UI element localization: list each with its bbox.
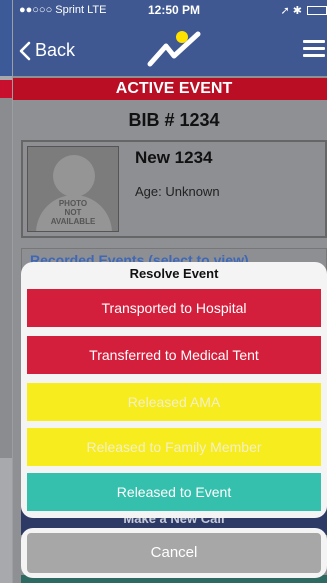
menu-button[interactable]	[303, 40, 325, 58]
cancel-sheet: Cancel	[21, 528, 327, 578]
released-ama-button[interactable]: Released AMA	[27, 383, 321, 421]
app-logo-icon	[147, 31, 201, 67]
location-bluetooth-icons: ➚ ✱	[280, 5, 303, 17]
released-to-family-member-button[interactable]: Released to Family Member	[27, 428, 321, 466]
phone-screen: ●●○○○ Sprint LTE 12:50 PM ➚ ✱ Back ACTIV…	[13, 0, 327, 583]
bib-number: BIB # 1234	[128, 110, 220, 130]
transported-to-hospital-button[interactable]: Transported to Hospital	[27, 289, 321, 327]
sheet-title: Resolve Event	[129, 266, 219, 281]
transferred-to-medical-tent-button[interactable]: Transferred to Medical Tent	[27, 336, 321, 374]
hamburger-menu-icon	[303, 40, 325, 43]
adjacent-banner	[0, 80, 12, 98]
battery-icon	[307, 6, 327, 15]
back-label: Back	[35, 40, 76, 60]
resolve-event-sheet: Resolve Event Transported to Hospital Tr…	[21, 262, 327, 518]
adjacent-screen-left	[0, 0, 12, 583]
cancel-button[interactable]: Cancel	[27, 533, 321, 573]
active-event-banner: ACTIVE EVENT	[13, 78, 327, 100]
status-bar: ●●○○○ Sprint LTE 12:50 PM ➚ ✱	[13, 0, 327, 20]
adjacent-nav-bar	[0, 0, 12, 76]
status-indicators: ➚ ✱	[281, 4, 327, 17]
clock: 12:50 PM	[148, 3, 201, 17]
avatar-head	[53, 155, 95, 197]
photo-not-available-text: PHOTO NOT AVAILABLE	[50, 199, 96, 226]
released-to-event-button[interactable]: Released to Event	[27, 473, 321, 511]
chevron-left-icon	[19, 41, 31, 60]
carrier-label: ●●○○○ Sprint LTE	[19, 4, 107, 16]
patient-card[interactable]: PHOTO NOT AVAILABLE New 1234 Age: Unknown	[21, 140, 327, 238]
patient-age: Age: Unknown	[135, 184, 220, 199]
adjacent-content	[0, 98, 12, 458]
patient-name: New 1234	[135, 148, 213, 167]
nav-bar: Back	[13, 20, 327, 76]
photo-placeholder: PHOTO NOT AVAILABLE	[27, 146, 119, 232]
back-button[interactable]: Back	[19, 40, 75, 61]
